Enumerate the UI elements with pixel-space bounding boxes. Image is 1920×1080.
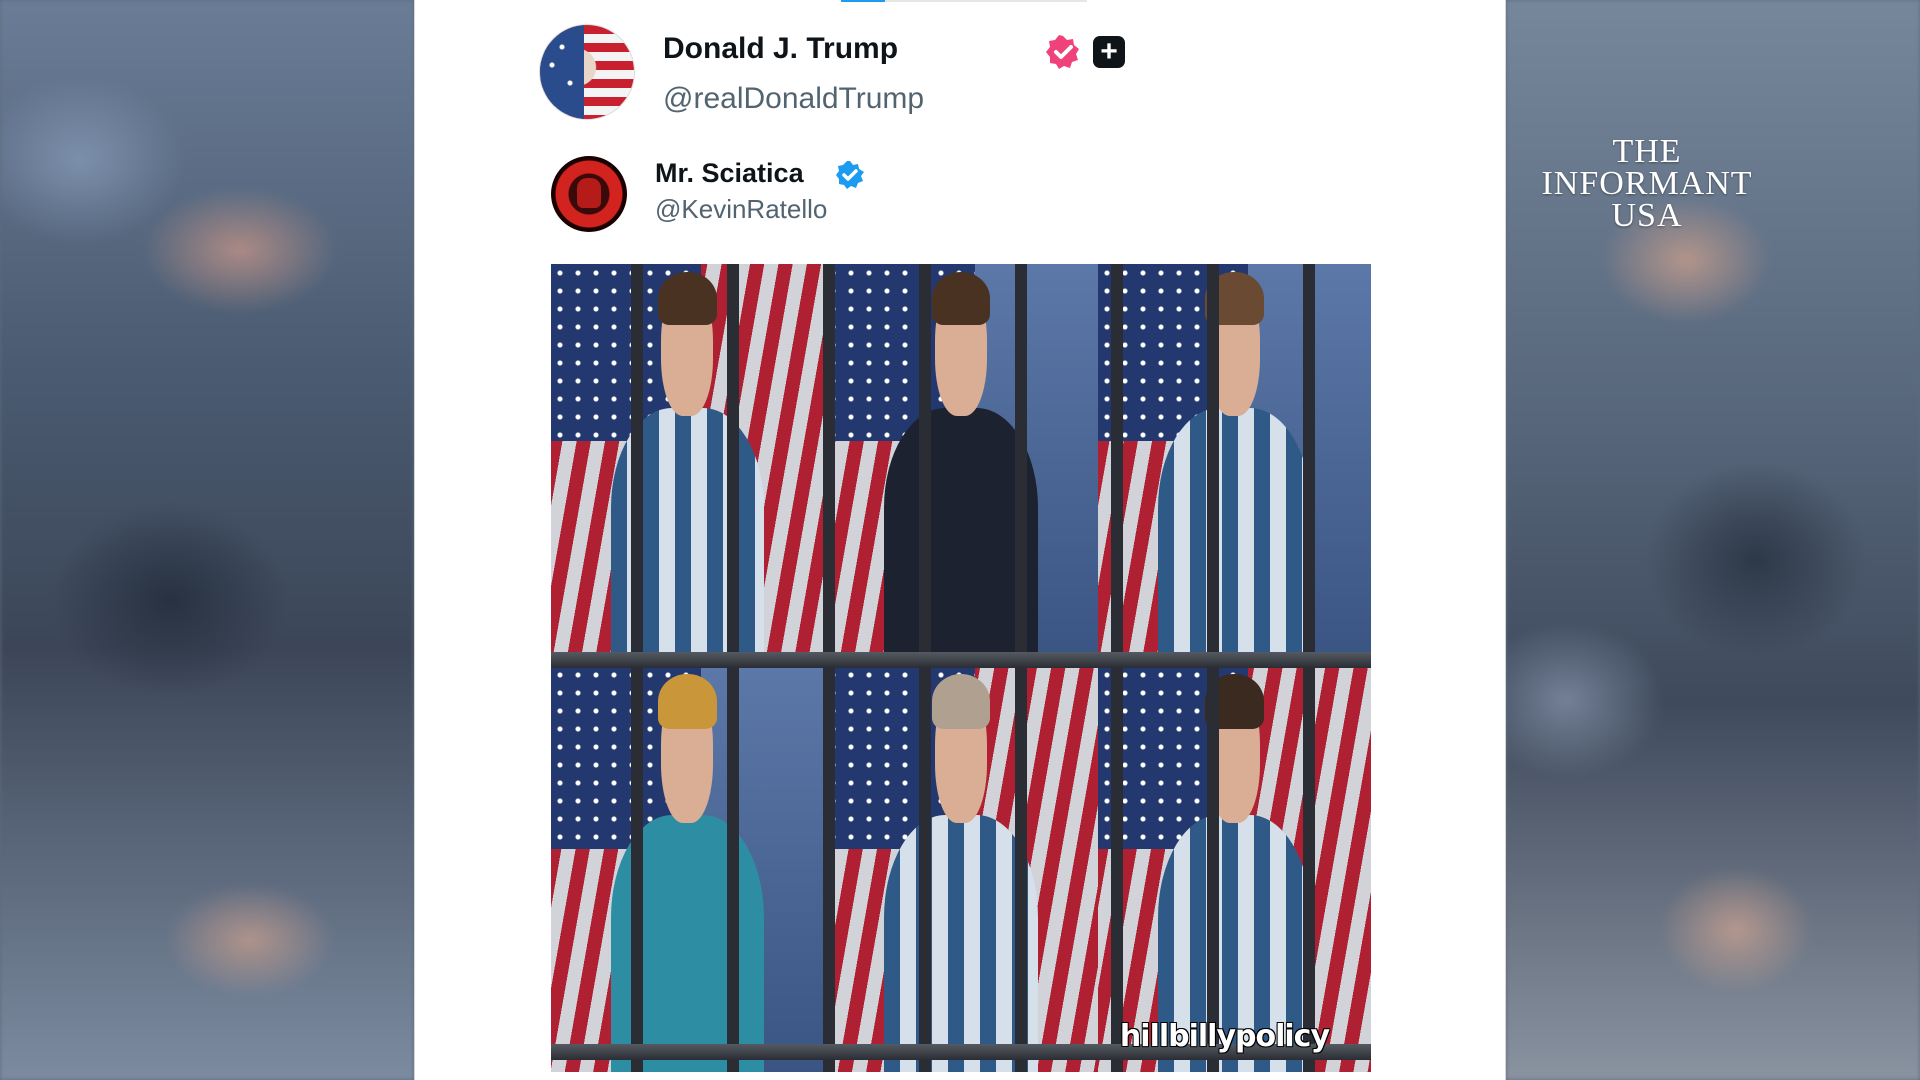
avatar-flag-canton: [540, 25, 584, 119]
watermark-line-2: INFORMANT: [1541, 165, 1753, 202]
quoted-author-name[interactable]: Mr. Sciatica: [655, 158, 804, 189]
quoted-author-handle[interactable]: @KevinRatello: [655, 194, 827, 225]
verified-blue-icon: [836, 161, 864, 189]
jail-crossbar: [551, 652, 1371, 668]
blurred-background-left: [0, 0, 414, 1080]
media-progress-fill: [841, 0, 886, 2]
channel-watermark: THE INFORMANT USA: [1532, 133, 1762, 234]
image-panel: [1098, 264, 1371, 658]
video-frame: THE INFORMANT USA Donald J. Trump + @rea…: [0, 0, 1920, 1080]
image-panel: [824, 264, 1098, 658]
post-card: Donald J. Trump + @realDonaldTrump Mr. S…: [414, 0, 1506, 1080]
quoted-avatar[interactable]: [551, 156, 627, 232]
plus-icon: +: [1093, 36, 1125, 68]
author-name[interactable]: Donald J. Trump: [663, 32, 898, 66]
verified-pink-icon: [1046, 35, 1079, 69]
image-panel: [551, 264, 824, 658]
image-panel: [824, 666, 1098, 1072]
watermark-line-1: THE: [1612, 133, 1682, 170]
media-progress-bar: [841, 0, 1087, 2]
image-panel: [1098, 666, 1371, 1072]
watermark-line-3: USA: [1611, 197, 1683, 234]
avatar[interactable]: [539, 24, 635, 120]
image-panel: [551, 666, 824, 1072]
author-handle[interactable]: @realDonaldTrump: [663, 82, 924, 116]
quoted-post[interactable]: Mr. Sciatica @KevinRatello hillbillypoli…: [551, 156, 1381, 1072]
media-credit: hillbillypolicy: [1119, 1019, 1330, 1054]
skull-icon: [577, 178, 601, 208]
post-image[interactable]: hillbillypolicy: [551, 264, 1371, 1072]
